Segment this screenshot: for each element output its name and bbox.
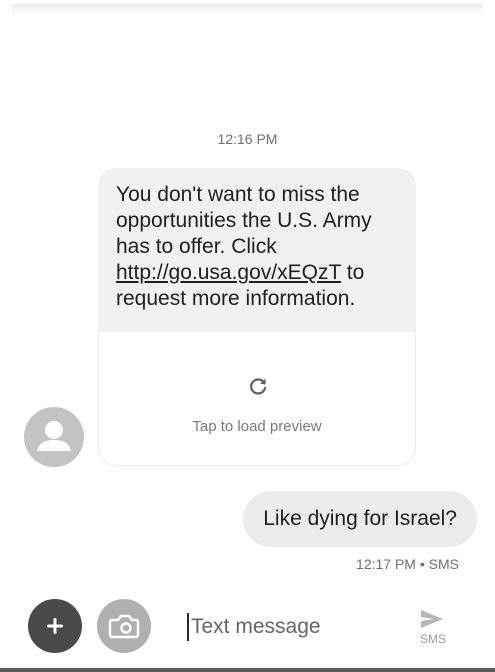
message-link[interactable]: http://go.usa.gov/xEQzT — [116, 261, 341, 284]
sms-label: SMS — [419, 632, 446, 646]
person-icon — [37, 421, 71, 451]
plus-icon — [47, 618, 63, 634]
link-preview-card[interactable]: Tap to load preview — [98, 332, 416, 466]
contact-avatar[interactable] — [24, 407, 84, 467]
bottom-edge — [0, 668, 495, 672]
outgoing-message-status: 12:17 PM • SMS — [356, 556, 459, 572]
text-message-placeholder: Text message — [191, 615, 321, 638]
send-icon — [421, 610, 443, 628]
add-attachment-button[interactable] — [28, 599, 82, 653]
outgoing-message-bubble[interactable]: Like dying for Israel? — [243, 491, 477, 547]
message-text-start: You don't want to miss the opportunities… — [116, 183, 372, 258]
send-sms-button[interactable]: SMS — [405, 604, 461, 650]
text-message-input[interactable]: Text message SMS — [165, 598, 465, 656]
compose-bar: Text message SMS — [0, 588, 495, 672]
top-divider — [12, 4, 483, 14]
incoming-message-text: You don't want to miss the opportunities… — [98, 168, 416, 312]
tap-to-load-preview-label: Tap to load preview — [192, 418, 322, 435]
camera-icon — [108, 614, 140, 639]
message-timestamp: 12:16 PM — [217, 131, 278, 147]
text-cursor — [187, 613, 189, 641]
reload-icon — [250, 378, 267, 395]
incoming-message-bubble[interactable]: You don't want to miss the opportunities… — [98, 168, 416, 466]
camera-button[interactable] — [97, 599, 151, 653]
